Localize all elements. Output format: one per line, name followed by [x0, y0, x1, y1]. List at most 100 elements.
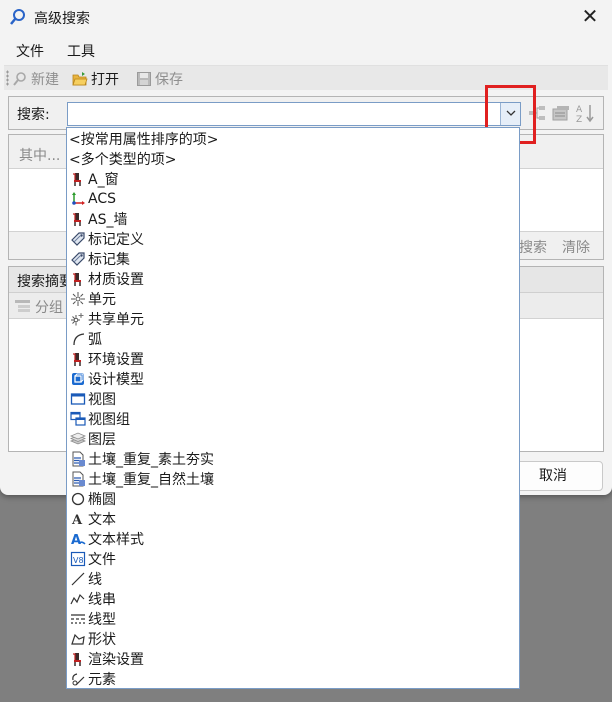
search-label: 搜索:	[17, 107, 50, 123]
linestyle-icon	[71, 614, 85, 624]
dropdown-item-label: 标记定义	[88, 232, 144, 248]
dropdown-item-label: <按常用属性排序的项>	[69, 132, 219, 148]
shape-icon	[71, 633, 85, 645]
dropdown-item[interactable]: 线串	[67, 589, 519, 609]
dropdown-item-label: 设计模型	[88, 372, 144, 388]
svg-text:A: A	[71, 513, 83, 527]
dropdown-item[interactable]: A 文本	[67, 509, 519, 529]
ellipse-icon	[71, 492, 85, 506]
dropdown-item[interactable]: 设计模型	[67, 369, 519, 389]
dropdown-item[interactable]: 线型	[67, 609, 519, 629]
linestring-icon	[70, 593, 85, 605]
element-icon	[72, 673, 85, 686]
dropdown-item[interactable]: 土壤_重复_自然土壤	[67, 469, 519, 489]
dropdown-item-label: 线型	[88, 612, 116, 628]
search-app-icon	[10, 9, 25, 25]
file-icon: V8	[70, 551, 86, 567]
dropdown-item[interactable]: 单元	[67, 289, 519, 309]
cell-icon	[71, 292, 85, 306]
dropdown-item[interactable]: A 文本样式	[67, 529, 519, 549]
save-button[interactable]: 保存	[136, 69, 183, 88]
soil-icon	[72, 451, 85, 467]
svg-text:A: A	[71, 533, 81, 547]
dropdown-item[interactable]: 线	[67, 569, 519, 589]
group-icon[interactable]	[14, 298, 31, 313]
dropdown-item[interactable]: 材质设置	[67, 269, 519, 289]
model-icon	[72, 373, 84, 385]
title-bar: 高级搜索 ✕	[0, 0, 612, 34]
svg-text:V8: V8	[73, 556, 84, 565]
text-style-icon: A	[71, 533, 86, 547]
dropdown-item-label: ACS	[88, 191, 116, 207]
dropdown-item[interactable]: <多个类型的项>	[67, 149, 519, 169]
line-icon	[71, 572, 85, 586]
dropdown-item-label: 视图组	[88, 412, 130, 428]
chair-icon	[73, 213, 81, 226]
dropdown-item[interactable]: 标记定义	[67, 229, 519, 249]
dropdown-item-label: 线	[88, 572, 102, 588]
dropdown-item[interactable]: 形状	[67, 629, 519, 649]
dropdown-item-label: 视图	[88, 392, 116, 408]
dropdown-item[interactable]: 图层	[67, 429, 519, 449]
dropdown-item[interactable]: A_窗	[67, 169, 519, 189]
menu-tools[interactable]: 工具	[67, 41, 95, 61]
open-folder-icon	[72, 71, 88, 85]
save-disk-icon	[137, 71, 151, 86]
open-button[interactable]: 打开	[72, 69, 119, 88]
new-search-icon	[13, 71, 26, 86]
view-group-icon	[70, 411, 86, 426]
dropdown-item[interactable]: 视图组	[67, 409, 519, 429]
svg-text:A: A	[576, 105, 583, 115]
group-label[interactable]: 分组	[35, 297, 63, 317]
search-link[interactable]: 搜索	[519, 237, 547, 257]
dropdown-item-label: 土壤_重复_自然土壤	[88, 472, 214, 488]
dropdown-item[interactable]: 元素	[67, 669, 519, 688]
dropdown-item-label: A_窗	[88, 172, 119, 188]
tag-icon	[71, 232, 85, 246]
clear-link[interactable]: 清除	[562, 237, 590, 257]
close-button[interactable]: ✕	[578, 5, 602, 29]
dropdown-item[interactable]: 标记集	[67, 249, 519, 269]
dropdown-item-label: 共享单元	[88, 312, 144, 328]
dropdown-item[interactable]: AS_墙	[67, 209, 519, 229]
search-input[interactable]	[68, 103, 498, 125]
view-icon	[70, 393, 86, 405]
dropdown-item-label: 环境设置	[88, 352, 144, 368]
dropdown-item[interactable]: 弧	[67, 329, 519, 349]
dropdown-item-label: <多个类型的项>	[69, 152, 177, 168]
dropdown-item-label: 图层	[88, 432, 116, 448]
dropdown-item[interactable]: 视图	[67, 389, 519, 409]
dropdown-item-label: 线串	[88, 592, 116, 608]
toolbar-grip[interactable]	[6, 70, 9, 86]
chair-icon	[73, 353, 81, 366]
menu-file[interactable]: 文件	[16, 41, 44, 61]
save-label: 保存	[155, 71, 183, 88]
dropdown-item-label: 元素	[88, 672, 116, 688]
dropdown-item[interactable]: 共享单元	[67, 309, 519, 329]
search-combo[interactable]	[67, 102, 521, 126]
dropdown-item-label: AS_墙	[88, 212, 128, 228]
acs-axis-icon	[72, 192, 85, 205]
dropdown-item[interactable]: 椭圆	[67, 489, 519, 509]
dropdown-item[interactable]: ACS	[67, 189, 519, 209]
dropdown-item[interactable]: 环境设置	[67, 349, 519, 369]
svg-text:Z: Z	[576, 115, 582, 123]
item-type-dropdown[interactable]: <按常用属性排序的项> <多个类型的项> A_窗 ACS AS_墙标记定义标记集材质设置…	[66, 127, 520, 689]
window-title: 高级搜索	[34, 11, 90, 27]
dropdown-item[interactable]: <按常用属性排序的项>	[67, 129, 519, 149]
dropdown-item-label: 椭圆	[88, 492, 116, 508]
dropdown-item-label: 标记集	[88, 252, 130, 268]
dropdown-item[interactable]: 渲染设置	[67, 649, 519, 669]
dropdown-item[interactable]: 土壤_重复_素土夯实	[67, 449, 519, 469]
dropdown-item-label: 文件	[88, 552, 116, 568]
new-label: 新建	[31, 71, 59, 88]
dropdown-item[interactable]: V8 文件	[67, 549, 519, 569]
shared-cell-icon	[71, 313, 84, 326]
new-button[interactable]: 新建	[12, 69, 59, 88]
chair-icon	[73, 653, 81, 666]
properties-icon[interactable]	[551, 103, 571, 123]
sort-az-icon[interactable]: A Z	[575, 103, 595, 123]
dropdown-item-label: 文本样式	[88, 532, 144, 548]
dropdown-item-label: 材质设置	[88, 272, 144, 288]
text-icon: A	[71, 513, 83, 527]
